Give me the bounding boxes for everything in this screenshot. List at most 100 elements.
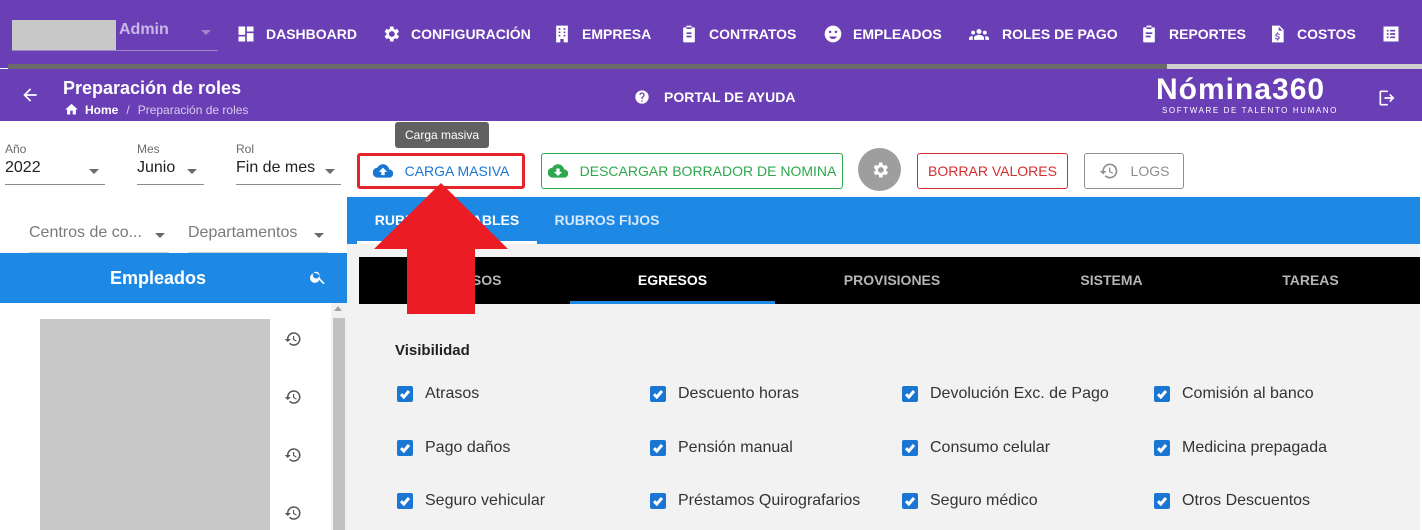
visibility-checkbox[interactable]: Devolución Exc. de Pago <box>902 385 1109 403</box>
year-label: Año <box>5 142 27 156</box>
checkbox-checked-icon[interactable] <box>1154 493 1170 509</box>
nav-roles-label: ROLES DE PAGO <box>1002 26 1118 42</box>
user-select-underline <box>12 50 218 51</box>
rol-underline <box>236 184 341 185</box>
borrar-valores-label: BORRAR VALORES <box>928 163 1057 179</box>
visibility-checkbox-label: Pago daños <box>425 439 511 456</box>
tab-rubros-fijos[interactable]: RUBROS FIJOS <box>537 197 677 244</box>
logout-icon[interactable] <box>1377 88 1397 108</box>
history-icon[interactable] <box>284 504 302 522</box>
logs-label: LOGS <box>1130 163 1170 179</box>
help-portal-link[interactable]: PORTAL DE AYUDA <box>634 89 795 105</box>
visibility-checkbox[interactable]: Pensión manual <box>650 439 793 457</box>
month-value: Junio <box>137 159 176 176</box>
month-label: Mes <box>137 142 160 156</box>
nav-contratos[interactable]: CONTRATOS <box>679 22 796 46</box>
carga-masiva-label: CARGA MASIVA <box>404 163 510 179</box>
visibility-checkbox[interactable]: Pago daños <box>397 439 510 457</box>
history-icon[interactable] <box>284 330 302 348</box>
breadcrumb-home[interactable]: Home <box>85 103 118 117</box>
checkbox-checked-icon[interactable] <box>397 386 413 402</box>
carga-masiva-button[interactable]: CARGA MASIVA <box>357 153 525 189</box>
checkbox-checked-icon[interactable] <box>650 440 666 456</box>
history-icon[interactable] <box>284 388 302 406</box>
visibility-checkbox-label: Medicina prepagada <box>1182 439 1327 456</box>
visibility-checkbox[interactable]: Otros Descuentos <box>1154 492 1310 510</box>
visibility-checkbox[interactable]: Consumo celular <box>902 439 1050 457</box>
visibility-checkbox[interactable]: Seguro vehicular <box>397 492 545 510</box>
gear-icon <box>873 162 888 177</box>
nav-empleados[interactable]: EMPLEADOS <box>823 22 942 46</box>
nav-more[interactable] <box>1381 22 1411 46</box>
chevron-down-icon <box>89 169 99 174</box>
visibility-checkbox[interactable]: Préstamos Quirografarios <box>650 492 860 510</box>
visibility-checkbox[interactable]: Comisión al banco <box>1154 385 1314 403</box>
checkbox-checked-icon[interactable] <box>1154 440 1170 456</box>
subtab-tareas[interactable]: TAREAS <box>1214 257 1407 304</box>
search-icon[interactable] <box>309 268 327 286</box>
chevron-down-icon[interactable] <box>314 233 324 238</box>
checkbox-checked-icon[interactable] <box>1154 386 1170 402</box>
visibility-checkbox[interactable]: Seguro médico <box>902 492 1038 510</box>
centros-select[interactable]: Centros de co... <box>29 224 142 242</box>
gear-icon <box>384 26 399 42</box>
visibility-checkbox-label: Devolución Exc. de Pago <box>930 385 1109 402</box>
nav-configuracion-label: CONFIGURACIÓN <box>411 26 531 42</box>
chevron-down-icon[interactable] <box>155 233 165 238</box>
visibility-checkbox[interactable]: Descuento horas <box>650 385 799 403</box>
departamentos-select[interactable]: Departamentos <box>188 224 297 242</box>
nav-empresa[interactable]: EMPRESA <box>552 22 651 46</box>
top-navbar: Admin DASHBOARD CONFIGURACIÓN EMPRESA CO… <box>0 0 1422 69</box>
month-select[interactable]: Mes Junio <box>137 142 204 188</box>
dashboard-icon <box>238 26 254 42</box>
visibility-title: Visibilidad <box>395 342 470 359</box>
descargar-borrador-button[interactable]: DESCARGAR BORRADOR DE NOMINA <box>541 153 843 189</box>
employees-header: Empleados <box>0 253 347 303</box>
subtab-egresos[interactable]: EGRESOS <box>570 257 775 304</box>
settings-button[interactable] <box>858 148 901 191</box>
year-select[interactable]: Año 2022 <box>5 142 105 188</box>
visibility-checkbox[interactable]: Medicina prepagada <box>1154 439 1327 457</box>
checkbox-checked-icon[interactable] <box>902 493 918 509</box>
nav-dashboard-label: DASHBOARD <box>266 26 357 42</box>
checkbox-checked-icon[interactable] <box>902 386 918 402</box>
subtab-sistema[interactable]: SISTEMA <box>1009 257 1214 304</box>
cloud-upload-icon <box>372 164 393 178</box>
brand-logo: Nómina360 SOFTWARE DE TALENTO HUMANO <box>1156 74 1346 116</box>
tooltip: Carga masiva <box>395 122 489 148</box>
nav-empresa-label: EMPRESA <box>582 26 652 42</box>
dollar-file-icon <box>1272 25 1284 43</box>
nav-costos[interactable]: COSTOS <box>1267 22 1356 46</box>
borrar-valores-button[interactable]: BORRAR VALORES <box>917 153 1068 189</box>
descargar-borrador-label: DESCARGAR BORRADOR DE NOMINA <box>579 163 837 179</box>
visibility-checkbox-label: Atrasos <box>425 385 480 402</box>
breadcrumb-current: Preparación de roles <box>137 102 249 117</box>
checkbox-checked-icon[interactable] <box>397 493 413 509</box>
nav-reportes[interactable]: REPORTES <box>1139 22 1246 46</box>
history-icon[interactable] <box>284 446 302 464</box>
rol-value: Fin de mes <box>236 159 316 176</box>
home-icon[interactable] <box>64 102 79 117</box>
subtab-ingresos[interactable]: INGRESOS <box>359 257 570 304</box>
back-arrow-icon[interactable] <box>20 85 40 105</box>
checkbox-checked-icon[interactable] <box>902 440 918 456</box>
checkbox-checked-icon[interactable] <box>650 386 666 402</box>
nav-dashboard[interactable]: DASHBOARD <box>236 22 357 46</box>
logo-sub-text: SOFTWARE DE TALENTO HUMANO <box>1162 106 1338 115</box>
tab-rubros-variables[interactable]: RUBROS VARIABLES <box>357 197 537 244</box>
checkbox-checked-icon[interactable] <box>397 440 413 456</box>
user-name[interactable]: Admin <box>119 21 169 39</box>
chevron-down-icon[interactable] <box>201 30 211 35</box>
logs-button[interactable]: LOGS <box>1084 153 1184 189</box>
visibility-checkbox[interactable]: Atrasos <box>397 385 479 403</box>
scroll-up-icon[interactable] <box>334 306 342 311</box>
sub-tabs: INGRESOS EGRESOS PROVISIONES SISTEMA TAR… <box>359 257 1420 304</box>
subtab-provisiones[interactable]: PROVISIONES <box>775 257 1009 304</box>
nav-empleados-label: EMPLEADOS <box>853 26 942 42</box>
nav-configuracion[interactable]: CONFIGURACIÓN <box>381 22 531 46</box>
checkbox-checked-icon[interactable] <box>650 493 666 509</box>
rol-select[interactable]: Rol Fin de mes <box>236 142 341 188</box>
clipboard-icon <box>683 25 695 43</box>
scrollbar-thumb[interactable] <box>333 318 345 530</box>
nav-roles-de-pago[interactable]: ROLES DE PAGO <box>966 22 1118 46</box>
